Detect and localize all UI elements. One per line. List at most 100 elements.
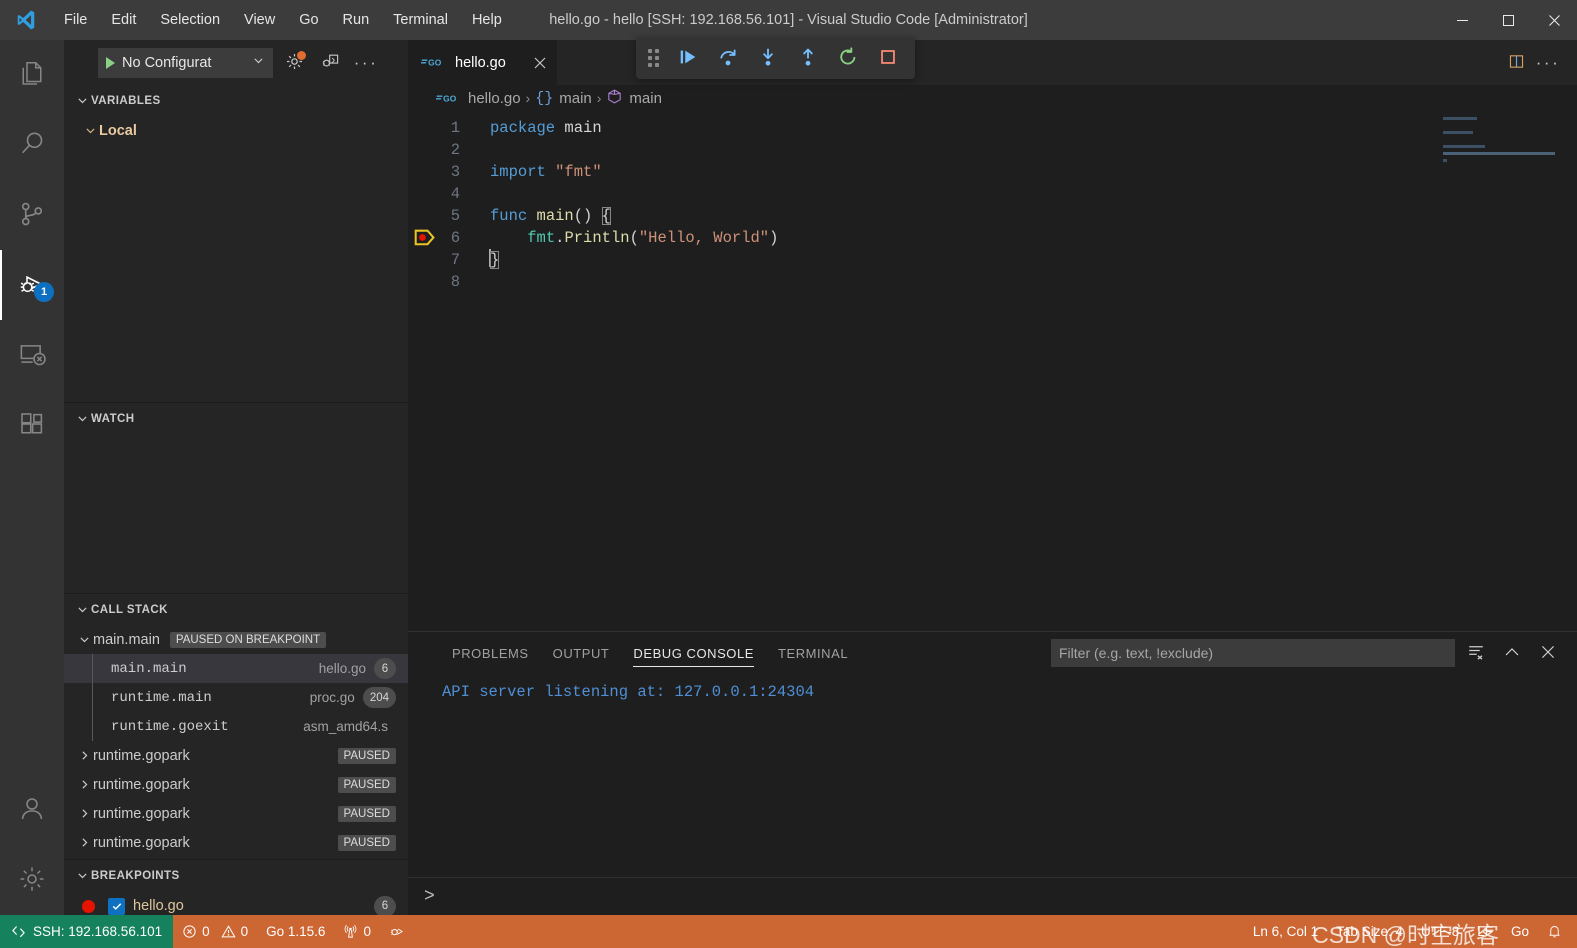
callstack-thread[interactable]: runtime.gopark PAUSED (64, 741, 408, 770)
debug-console-input[interactable]: > (408, 877, 1577, 915)
menu-go[interactable]: Go (287, 6, 330, 34)
clear-console-button[interactable] (1461, 638, 1491, 668)
restart-button[interactable] (829, 41, 867, 75)
callstack-frame[interactable]: runtime.main proc.go 204 (64, 683, 408, 712)
status-launch-test[interactable] (380, 915, 413, 948)
tab-terminal[interactable]: TERMINAL (766, 632, 860, 674)
menu-bar[interactable]: File Edit Selection View Go Run Terminal… (52, 6, 514, 34)
minimize-button[interactable] (1439, 0, 1485, 40)
callstack-thread[interactable]: runtime.gopark PAUSED (64, 770, 408, 799)
stop-button[interactable] (869, 41, 907, 75)
tab-output[interactable]: OUTPUT (541, 632, 622, 674)
variables-title: VARIABLES (91, 94, 161, 107)
callstack-thread[interactable]: runtime.gopark PAUSED (64, 799, 408, 828)
console-filter-input[interactable] (1051, 639, 1455, 667)
sidebar-item-extensions[interactable] (0, 390, 64, 460)
minimap[interactable] (1443, 117, 1563, 631)
chevron-right-icon[interactable] (76, 776, 93, 793)
sidebar-item-explorer[interactable] (0, 40, 64, 110)
open-debug-console-button[interactable] (315, 48, 345, 78)
breakpoint-dot-icon (82, 899, 95, 913)
chevron-up-icon (1503, 643, 1521, 664)
callstack-thread[interactable]: runtime.gopark PAUSED (64, 828, 408, 857)
menu-edit[interactable]: Edit (99, 6, 148, 34)
breadcrumb-symbol[interactable]: main (606, 88, 662, 109)
status-editor-indentation[interactable]: Tab Size: 4 (1327, 915, 1412, 948)
debug-more-actions-button[interactable]: ··· (351, 48, 381, 78)
tab-problems[interactable]: PROBLEMS (440, 632, 541, 674)
menu-terminal[interactable]: Terminal (381, 6, 460, 34)
breadcrumb-file[interactable]: GO hello.go (435, 90, 521, 107)
step-over-button[interactable] (709, 41, 747, 75)
sidebar-item-source-control[interactable] (0, 180, 64, 250)
more-actions-icon: ··· (353, 52, 379, 72)
chevron-right-icon[interactable] (76, 805, 93, 822)
menu-help[interactable]: Help (460, 6, 514, 34)
watch-list[interactable] (64, 434, 408, 593)
menu-view[interactable]: View (232, 6, 287, 34)
open-launch-settings-button[interactable] (279, 48, 309, 78)
breadcrumb-package[interactable]: {} main (535, 90, 592, 107)
chevron-right-icon[interactable] (76, 747, 93, 764)
sidebar-item-search[interactable] (0, 110, 64, 180)
breakpoint-item[interactable]: hello.go 6 (64, 891, 408, 915)
tab-hello-go[interactable]: GO hello.go (408, 40, 558, 85)
sidebar-item-run-and-debug[interactable]: 1 (0, 250, 64, 320)
drag-handle[interactable] (644, 49, 667, 67)
callstack-thread-name: runtime.gopark (93, 747, 190, 764)
callstack-pane-header[interactable]: CALL STACK (64, 594, 408, 625)
sidebar-item-remote-explorer[interactable] (0, 320, 64, 390)
sidebar-item-manage[interactable] (0, 845, 64, 915)
status-notifications[interactable] (1538, 915, 1571, 948)
maximize-button[interactable] (1485, 0, 1531, 40)
tab-debug-console[interactable]: DEBUG CONSOLE (621, 632, 766, 674)
status-go-telemetry[interactable]: 0 (334, 915, 380, 948)
status-go-version[interactable]: Go 1.15.6 (257, 915, 334, 948)
callstack-frame[interactable]: runtime.goexit asm_amd64.s (64, 712, 408, 741)
tab-label: hello.go (455, 54, 506, 71)
line-number: 3 (450, 163, 460, 181)
launch-configuration-label: No Configurat (122, 54, 212, 71)
status-editor-position[interactable]: Ln 6, Col 1 (1244, 915, 1327, 948)
split-editor-button[interactable] (1501, 48, 1531, 78)
maximize-panel-button[interactable] (1497, 638, 1527, 668)
status-editor-encoding[interactable]: UTF-8 (1412, 915, 1468, 948)
watch-pane-header[interactable]: WATCH (64, 403, 408, 434)
status-editor-language[interactable]: Go (1502, 915, 1538, 948)
breadcrumb-package-label: main (559, 89, 592, 107)
callstack-frame-file: proc.go (309, 690, 355, 705)
breakpoints-list[interactable]: hello.go 6 (64, 891, 408, 915)
variables-tree[interactable]: Local (64, 116, 408, 402)
chevron-right-icon[interactable] (76, 834, 93, 851)
callstack-frame[interactable]: main.main hello.go 6 (64, 654, 408, 683)
chevron-down-icon[interactable] (76, 631, 93, 648)
status-editor-eol[interactable]: LF (1468, 915, 1502, 948)
menu-file[interactable]: File (52, 6, 99, 34)
chevron-down-icon (74, 601, 91, 618)
status-problems[interactable]: 0 0 (173, 915, 257, 948)
close-button[interactable] (1531, 0, 1577, 40)
step-into-button[interactable] (749, 41, 787, 75)
chevron-right-icon: > (424, 886, 435, 907)
variables-pane-header[interactable]: VARIABLES (64, 85, 408, 116)
callstack-thread[interactable]: main.main PAUSED ON BREAKPOINT (64, 625, 408, 654)
launch-configuration-dropdown[interactable]: No Configurat (98, 47, 273, 78)
menu-selection[interactable]: Selection (148, 6, 232, 34)
breakpoints-pane-header[interactable]: BREAKPOINTS (64, 860, 408, 891)
continue-button[interactable] (669, 41, 707, 75)
sidebar-item-accounts[interactable] (0, 775, 64, 845)
close-panel-button[interactable] (1533, 638, 1563, 668)
debug-console-output[interactable]: API server listening at: 127.0.0.1:24304 (408, 674, 1577, 877)
callstack-tree[interactable]: main.main PAUSED ON BREAKPOINT main.main… (64, 625, 408, 859)
debug-breakpoint-stackframe-icon[interactable] (414, 229, 436, 247)
variables-scope-local[interactable]: Local (64, 116, 408, 145)
status-remote-host[interactable]: SSH: 192.168.56.101 (0, 915, 174, 948)
code-editor[interactable]: 1 package main 2 3 import "fmt" 4 5 func… (408, 111, 1577, 631)
editor-more-actions-button[interactable]: ··· (1533, 48, 1563, 78)
step-out-button[interactable] (789, 41, 827, 75)
breakpoint-checkbox[interactable] (108, 897, 125, 915)
play-icon (106, 56, 115, 69)
tab-close-button[interactable] (522, 57, 546, 69)
tab-problems-label: PROBLEMS (452, 645, 529, 661)
menu-run[interactable]: Run (331, 6, 382, 34)
